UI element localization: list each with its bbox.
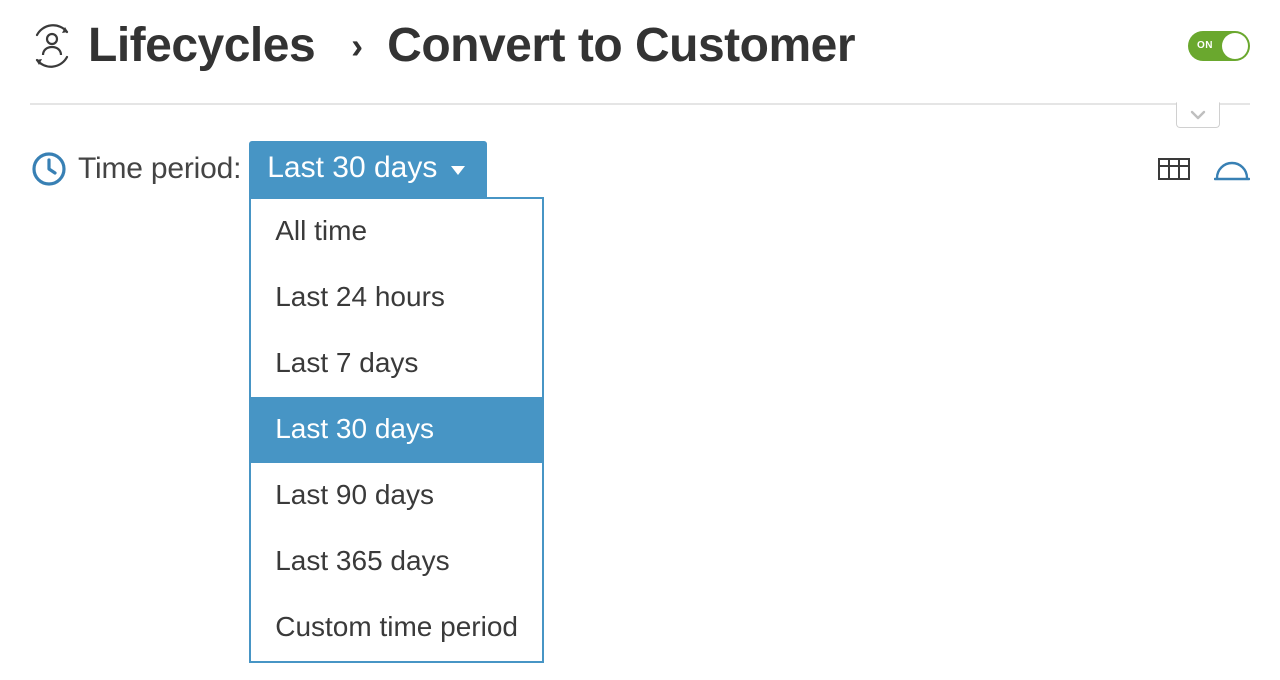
status-toggle[interactable]: ON bbox=[1188, 31, 1250, 61]
expand-tab[interactable] bbox=[1176, 102, 1220, 128]
time-period-selected: Last 30 days bbox=[267, 151, 437, 185]
chevron-down-icon bbox=[1190, 110, 1206, 120]
breadcrumb-current: Convert to Customer bbox=[387, 18, 855, 73]
time-period-trigger[interactable]: Last 30 days bbox=[249, 141, 487, 197]
page-header: Lifecycles › Convert to Customer ON bbox=[30, 18, 1250, 73]
time-period-option-7d[interactable]: Last 7 days bbox=[251, 331, 542, 397]
breadcrumb: Lifecycles › Convert to Customer bbox=[30, 18, 1174, 73]
breadcrumb-lifecycles[interactable]: Lifecycles bbox=[88, 18, 315, 73]
time-period-option-365d[interactable]: Last 365 days bbox=[251, 529, 542, 595]
gauge-view-icon[interactable] bbox=[1214, 157, 1250, 181]
status-toggle-label: ON bbox=[1197, 40, 1213, 51]
time-period-label: Time period: bbox=[78, 152, 241, 186]
breadcrumb-separator: › bbox=[351, 25, 363, 67]
view-switcher bbox=[1158, 157, 1250, 181]
clock-icon bbox=[30, 150, 68, 188]
time-period-option-custom[interactable]: Custom time period bbox=[251, 595, 542, 661]
time-period-option-90d[interactable]: Last 90 days bbox=[251, 463, 542, 529]
page: Lifecycles › Convert to Customer ON Time… bbox=[0, 0, 1280, 197]
time-period-menu: All time Last 24 hours Last 7 days Last … bbox=[249, 197, 544, 663]
time-period-option-24h[interactable]: Last 24 hours bbox=[251, 265, 542, 331]
status-toggle-knob bbox=[1222, 33, 1248, 59]
lifecycles-icon bbox=[30, 24, 74, 68]
time-period-option-30d[interactable]: Last 30 days bbox=[251, 397, 542, 463]
time-period-option-all-time[interactable]: All time bbox=[251, 199, 542, 265]
time-period-dropdown: Last 30 days All time Last 24 hours Last… bbox=[249, 141, 487, 197]
caret-down-icon bbox=[451, 166, 465, 175]
controls-row: Time period: Last 30 days All time Last … bbox=[30, 141, 1250, 197]
header-divider bbox=[30, 103, 1250, 105]
table-view-icon[interactable] bbox=[1158, 158, 1190, 180]
